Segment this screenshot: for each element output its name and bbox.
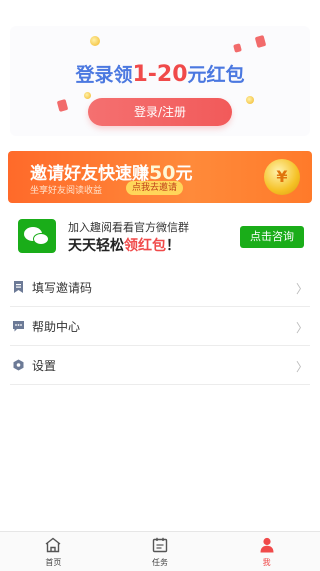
red-envelope-decoration-icon <box>254 35 267 48</box>
consult-button[interactable]: 点击咨询 <box>240 226 304 248</box>
bottom-tab-bar: 首页 任务 我 <box>0 531 320 571</box>
task-icon <box>152 537 168 553</box>
wechat-group-row: 加入趣阅看看官方微信群 天天轻松领红包！ 点击咨询 <box>10 215 310 259</box>
settings-menu-list: 填写邀请码 〉 帮助中心 〉 设置 〉 <box>10 268 310 385</box>
wechat-promo-prefix: 天天轻松 <box>68 238 124 254</box>
login-register-button[interactable]: 登录/注册 <box>88 98 232 126</box>
wechat-icon <box>18 219 56 253</box>
red-envelope-decoration-icon <box>233 43 242 53</box>
tab-label: 任务 <box>152 558 168 567</box>
menu-item-settings[interactable]: 设置 〉 <box>10 346 310 385</box>
wechat-promo-text: 天天轻松领红包！ <box>68 235 180 255</box>
chevron-right-icon: 〉 <box>295 282 308 296</box>
invite-friends-banner[interactable]: 邀请好友快速赚50元 坐享好友阅读收益 点我去邀请 ¥ <box>8 151 312 203</box>
tab-task[interactable]: 任务 <box>107 532 214 571</box>
menu-item-invite-code[interactable]: 填写邀请码 〉 <box>10 268 310 307</box>
invite-now-button[interactable]: 点我去邀请 <box>126 181 184 195</box>
login-promo-title: 登录领1-20元红包 <box>10 60 310 87</box>
wechat-group-text: 加入趣阅看看官方微信群 <box>68 221 189 234</box>
chevron-right-icon: 〉 <box>295 321 308 335</box>
tab-home[interactable]: 首页 <box>0 532 107 571</box>
red-envelope-decoration-icon <box>56 99 69 112</box>
menu-item-label: 设置 <box>32 359 57 373</box>
invite-code-icon <box>14 281 23 293</box>
invite-banner-subtitle: 坐享好友阅读收益 <box>30 186 103 196</box>
menu-item-label: 帮助中心 <box>32 320 81 334</box>
login-title-prefix: 登录领 <box>75 64 133 86</box>
menu-item-help-center[interactable]: 帮助中心 〉 <box>10 307 310 346</box>
wechat-promo-suffix: ！ <box>166 238 180 254</box>
home-icon <box>45 537 61 553</box>
help-icon <box>13 321 24 332</box>
login-title-amount: 1-20 <box>132 62 188 87</box>
settings-icon <box>13 359 24 371</box>
tab-label: 我 <box>262 558 271 567</box>
coin-decoration-icon <box>246 96 254 104</box>
yuan-coin-icon: ¥ <box>264 159 300 195</box>
tab-me[interactable]: 我 <box>213 532 320 571</box>
menu-item-label: 填写邀请码 <box>32 281 93 295</box>
user-icon <box>260 537 274 553</box>
coin-decoration-icon <box>84 92 91 99</box>
chevron-right-icon: 〉 <box>295 360 308 374</box>
tab-label: 首页 <box>45 558 62 567</box>
coin-decoration-icon <box>90 36 100 46</box>
wechat-promo-highlight: 领红包 <box>124 238 166 254</box>
login-title-suffix: 元红包 <box>187 64 245 86</box>
